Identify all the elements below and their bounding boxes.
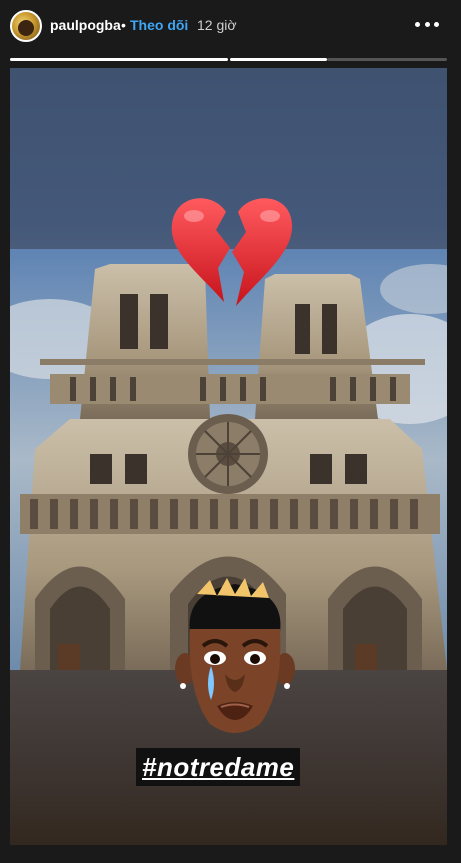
progress-segment-active: [230, 58, 327, 61]
story-header: paulpogba • Theo dõi 12 giờ: [0, 0, 461, 56]
username-link[interactable]: paulpogba: [50, 17, 121, 33]
story-content[interactable]: #notredame: [10, 68, 447, 845]
broken-heart-icon: [171, 198, 293, 306]
story-progress: [10, 58, 447, 61]
follow-button[interactable]: Theo dõi: [130, 17, 188, 33]
progress-segment-complete: [10, 58, 228, 61]
dot-icon: [434, 21, 439, 27]
dot-icon: [424, 21, 430, 27]
post-time: 12 giờ: [197, 17, 237, 33]
hashtag-sticker[interactable]: #notredame: [136, 748, 301, 786]
more-options-icon[interactable]: [415, 12, 439, 36]
crying-face-sticker-icon: [175, 578, 295, 733]
separator-dot: •: [121, 17, 126, 33]
progress-segment-remaining: [327, 58, 447, 61]
profile-avatar[interactable]: [10, 10, 42, 42]
dot-icon: [415, 21, 420, 27]
